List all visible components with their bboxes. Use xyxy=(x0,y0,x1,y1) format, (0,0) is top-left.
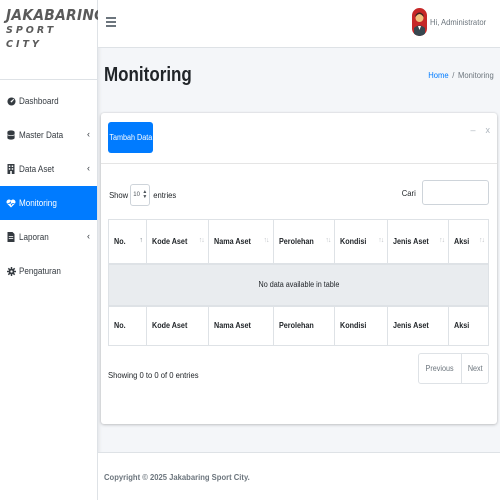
sidebar-item-label: Master Data xyxy=(19,130,64,140)
add-data-button[interactable]: Tambah Data xyxy=(108,122,153,153)
avatar xyxy=(411,8,427,36)
dashboard-icon xyxy=(6,96,16,106)
pagination: Previous Next xyxy=(418,353,489,384)
footer-column-kode-aset: Kode Aset xyxy=(145,304,209,346)
sort-icon: ↑↓ xyxy=(263,237,270,244)
column-header-kondisi[interactable]: Kondisi ↑↓ xyxy=(334,219,389,265)
sort-icon: ↑↓ xyxy=(439,237,445,244)
sort-icon: ↑↓ xyxy=(479,237,485,244)
breadcrumb: Home / Monitoring xyxy=(429,70,494,80)
footer-column-nama-aset: Nama Aset xyxy=(207,304,274,346)
database-icon xyxy=(6,130,16,140)
brand-subtitle: SPORT CITY xyxy=(6,25,57,50)
previous-page-button[interactable]: Previous xyxy=(419,354,460,383)
sidebar: JAKABARING SPORT CITY Dashboard Master D… xyxy=(0,0,106,500)
gear-icon xyxy=(6,266,16,276)
card-header: Tambah Data – x xyxy=(101,113,497,164)
empty-message: No data available in table xyxy=(108,263,489,306)
hamburger-icon[interactable] xyxy=(106,17,116,29)
card-tools: – x xyxy=(470,125,490,135)
user-menu[interactable]: Hi, Administrator xyxy=(411,8,492,36)
column-header-jenis-aset[interactable]: Jenis Aset ↑↓ xyxy=(387,219,450,265)
column-header-no[interactable]: No. ↑ xyxy=(108,219,147,265)
sidebar-item-label: Pengaturan xyxy=(19,266,61,276)
breadcrumb-separator: / xyxy=(452,70,455,80)
breadcrumb-current: Monitoring xyxy=(458,70,494,80)
select-arrows-icon: ▲ ▼ xyxy=(142,189,148,200)
collapse-button[interactable]: – xyxy=(470,125,475,135)
sidebar-item-master-data[interactable]: Master Data ‹ xyxy=(0,118,97,152)
column-header-perolehan[interactable]: Perolehan ↑↓ xyxy=(272,219,336,265)
sidebar-item-label: Laporan xyxy=(19,232,49,242)
close-button[interactable]: x xyxy=(486,125,491,135)
sort-icon: ↑↓ xyxy=(325,237,331,244)
footer-column-kondisi: Kondisi xyxy=(334,304,389,346)
sidebar-nav: Dashboard Master Data ‹ Data Aset ‹ Moni… xyxy=(0,84,97,288)
monitoring-card: Tambah Data – x Show 10 ▲ ▼ entries Cari … xyxy=(101,113,497,424)
footer-column-no: No. xyxy=(108,304,147,346)
entries-label: entries xyxy=(153,190,177,200)
search-control: Cari xyxy=(401,180,489,205)
page-title: Monitoring xyxy=(104,64,192,86)
sidebar-item-dashboard[interactable]: Dashboard xyxy=(0,84,97,118)
footer-column-perolehan: Perolehan xyxy=(272,304,336,346)
column-header-kode-aset[interactable]: Kode Aset ↑↓ xyxy=(145,219,209,265)
table-footer-row: No. Kode Aset Nama Aset Perolehan Kondis… xyxy=(108,304,489,346)
sidebar-item-label: Monitoring xyxy=(19,198,57,208)
heartbeat-icon xyxy=(6,198,16,208)
sidebar-item-label: Data Aset xyxy=(19,164,55,174)
table-info: Showing 0 to 0 of 0 entries xyxy=(108,370,199,380)
copyright-text: Copyright © 2025 Jakabaring Sport City. xyxy=(104,472,250,482)
top-navbar: Hi, Administrator xyxy=(98,0,500,48)
sort-icon: ↑↓ xyxy=(378,237,384,244)
chevron-left-icon: ‹ xyxy=(87,129,90,139)
breadcrumb-home-link[interactable]: Home xyxy=(429,70,449,80)
next-page-button[interactable]: Next xyxy=(460,354,488,383)
sidebar-item-pengaturan[interactable]: Pengaturan xyxy=(0,254,97,288)
column-header-aksi[interactable]: Aksi ↑↓ xyxy=(448,219,489,265)
show-label: Show xyxy=(109,190,129,200)
empty-row: No data available in table xyxy=(108,263,489,306)
sidebar-item-data-aset[interactable]: Data Aset ‹ xyxy=(0,152,97,186)
sort-icon: ↑↓ xyxy=(198,237,205,244)
page-length-control: Show 10 ▲ ▼ entries xyxy=(108,184,178,206)
page-length-select[interactable]: 10 ▲ ▼ xyxy=(130,184,151,206)
chevron-left-icon: ‹ xyxy=(87,231,90,241)
search-label: Cari xyxy=(402,187,417,198)
chevron-left-icon: ‹ xyxy=(87,163,90,173)
footer-column-aksi: Aksi xyxy=(448,304,489,346)
search-input[interactable] xyxy=(422,180,489,205)
footer-column-jenis-aset: Jenis Aset xyxy=(387,304,450,346)
sort-asc-icon: ↑ xyxy=(139,237,142,244)
sidebar-item-laporan[interactable]: Laporan ‹ xyxy=(0,220,97,254)
sidebar-item-monitoring[interactable]: Monitoring xyxy=(0,186,97,220)
building-icon xyxy=(6,164,16,174)
column-header-nama-aset[interactable]: Nama Aset ↑↓ xyxy=(207,219,274,265)
monitoring-table: No. ↑ Kode Aset ↑↓ Nama Aset ↑↓ Perolehan ↑↓… xyxy=(108,219,489,346)
table-header-row: No. ↑ Kode Aset ↑↓ Nama Aset ↑↓ Perolehan ↑↓… xyxy=(108,219,489,265)
sidebar-item-label: Dashboard xyxy=(19,96,59,106)
brand-title: JAKABARING xyxy=(6,6,106,24)
user-name: Hi, Administrator xyxy=(429,17,486,27)
brand-logo[interactable]: JAKABARING SPORT CITY xyxy=(0,0,106,80)
page-footer: Copyright © 2025 Jakabaring Sport City. xyxy=(98,452,500,500)
file-icon xyxy=(6,232,16,242)
